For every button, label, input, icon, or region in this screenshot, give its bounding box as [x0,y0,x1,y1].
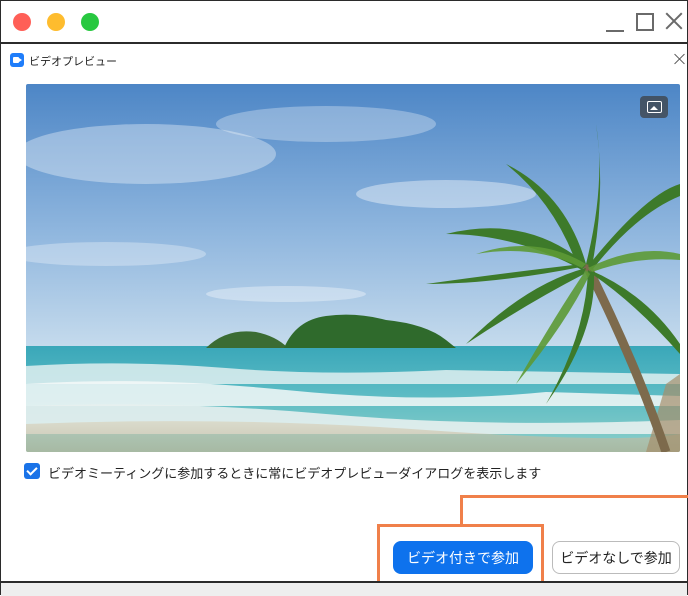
callout-line [460,495,688,525]
minimize-traffic-icon[interactable] [47,13,65,31]
minimize-icon[interactable] [604,9,626,35]
always-show-preview-label: ビデオミーティングに参加するときに常にビデオプレビューダイアログを表示します [48,467,542,482]
zoom-app-icon [10,53,24,67]
join-without-video-button[interactable]: ビデオなしで参加 [552,541,680,574]
image-icon[interactable] [640,96,668,118]
maximize-icon[interactable] [636,9,654,35]
zoom-traffic-icon[interactable] [81,13,99,31]
outer-titlebar [1,1,687,44]
close-traffic-icon[interactable] [13,13,31,31]
dialog-close-icon[interactable] [673,52,687,66]
join-with-video-button[interactable]: ビデオ付きで参加 [393,541,533,574]
close-icon[interactable] [663,9,685,35]
video-preview [26,84,680,452]
beach-preview-image [26,84,680,452]
dialog-titlebar: ビデオプレビュー [9,48,687,72]
always-show-preview-checkbox[interactable] [24,463,40,479]
dialog-title: ビデオプレビュー [29,55,117,68]
bottom-strip [1,581,687,596]
